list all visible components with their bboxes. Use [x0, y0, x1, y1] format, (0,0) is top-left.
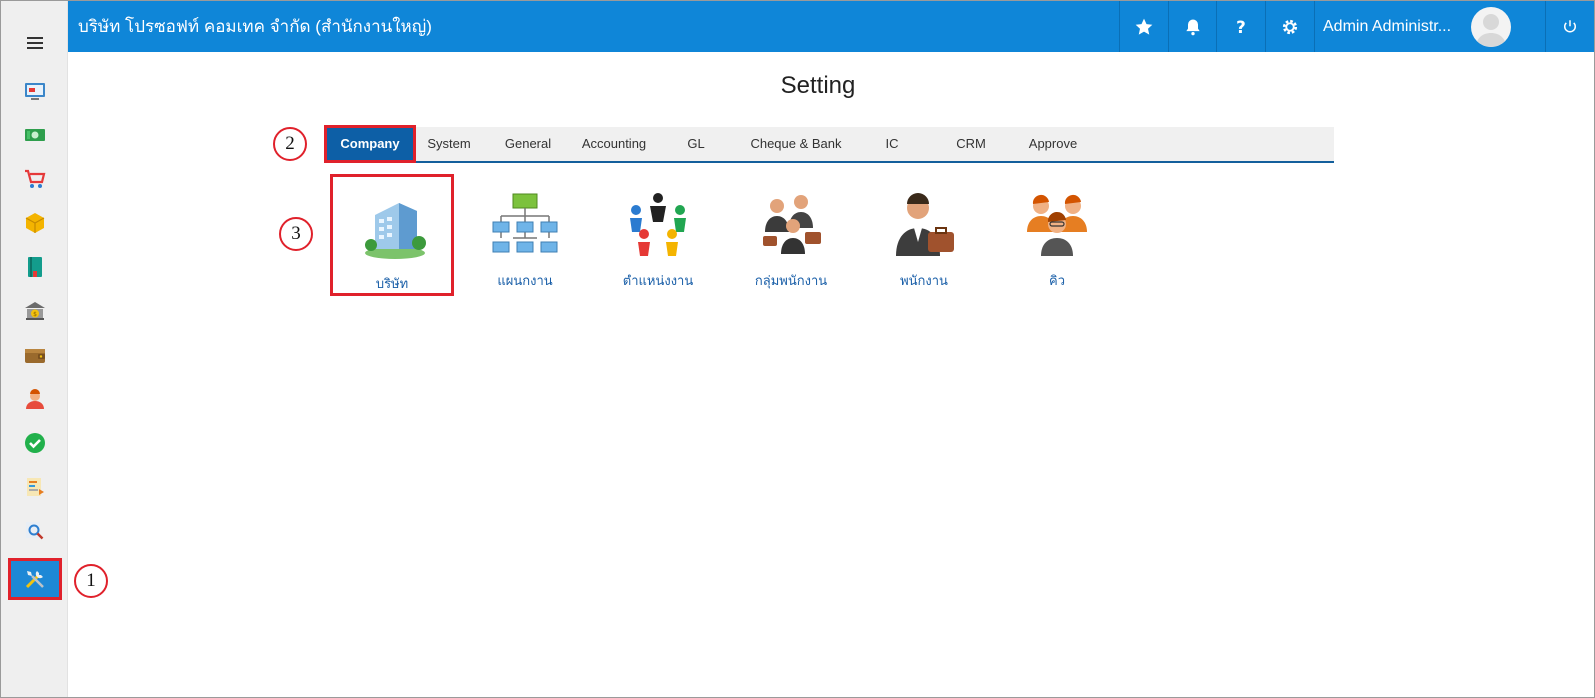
- tab-general[interactable]: General: [494, 127, 562, 161]
- sidebar: $: [1, 1, 68, 697]
- gear-icon: [1282, 19, 1297, 34]
- report-icon[interactable]: [1, 467, 68, 507]
- help-icon: ?: [1236, 17, 1246, 36]
- queue-icon: [1027, 194, 1087, 256]
- card-department[interactable]: แผนกงาน: [463, 174, 587, 296]
- step-marker-1: 1: [74, 564, 108, 598]
- company-title: บริษัท โปรซอฟท์ คอมเทค จำกัด (สำนักงานให…: [78, 17, 432, 36]
- card-label: กลุ่มพนักงาน: [754, 273, 828, 288]
- people-circle-icon: [630, 193, 686, 256]
- dashboard-icon[interactable]: [1, 71, 68, 111]
- box-icon[interactable]: [1, 203, 68, 243]
- employee-icon: [896, 193, 954, 256]
- card-position[interactable]: ตำแหน่งงาน: [596, 174, 720, 296]
- bell-icon: [1185, 19, 1200, 35]
- svg-text:$: $: [33, 311, 37, 318]
- employee-group-icon: [763, 195, 821, 254]
- tab-gl[interactable]: GL: [676, 127, 716, 161]
- user-name: Admin Administr...: [1323, 18, 1452, 35]
- card-label: ตำแหน่งงาน: [622, 273, 694, 288]
- search-icon[interactable]: [1, 511, 68, 551]
- step-marker-3: 3: [279, 217, 313, 251]
- tab-ic[interactable]: IC: [872, 127, 912, 161]
- tab-accounting[interactable]: Accounting: [572, 127, 656, 161]
- card-label: แผนกงาน: [497, 273, 553, 288]
- top-header: บริษัท โปรซอฟท์ คอมเทค จำกัด (สำนักงานให…: [68, 1, 1594, 52]
- avatar: [1471, 7, 1511, 47]
- cart-icon[interactable]: [1, 159, 68, 199]
- building-icon: [365, 203, 426, 259]
- tab-cheque-bank[interactable]: Cheque & Bank: [746, 127, 846, 161]
- bank-icon[interactable]: $: [1, 291, 68, 331]
- help-button[interactable]: ?: [1216, 1, 1264, 52]
- person-icon[interactable]: [1, 379, 68, 419]
- book-icon[interactable]: [1, 247, 68, 287]
- page-title: Setting: [780, 72, 856, 99]
- org-chart-icon: [492, 193, 558, 253]
- settings-tabs: Company System General Accounting GL Che…: [324, 125, 1334, 163]
- card-queue[interactable]: คิว: [995, 174, 1119, 296]
- tab-approve[interactable]: Approve: [1022, 127, 1084, 161]
- card-employee-group[interactable]: กลุ่มพนักงาน: [729, 174, 853, 296]
- star-icon: [1135, 18, 1152, 35]
- check-icon[interactable]: [1, 423, 68, 463]
- money-icon[interactable]: [1, 115, 68, 155]
- tab-company[interactable]: Company: [324, 125, 416, 163]
- card-label: คิว: [1049, 273, 1065, 288]
- card-employee[interactable]: พนักงาน: [862, 174, 986, 296]
- power-icon: [1564, 19, 1576, 32]
- wallet-icon[interactable]: [1, 335, 68, 375]
- favorite-button[interactable]: [1119, 1, 1167, 52]
- card-label: บริษัท: [375, 276, 409, 291]
- user-menu[interactable]: Admin Administr...: [1314, 1, 1545, 52]
- svg-text:?: ?: [1236, 17, 1246, 36]
- step-marker-2: 2: [273, 127, 307, 161]
- logout-button[interactable]: [1545, 1, 1594, 52]
- card-company[interactable]: บริษัท: [330, 174, 454, 296]
- hamburger-menu-button[interactable]: [1, 23, 68, 63]
- settings-button[interactable]: [1265, 1, 1313, 52]
- window-frame: [0, 0, 1595, 698]
- tab-system[interactable]: System: [418, 127, 480, 161]
- tools-icon[interactable]: [8, 558, 62, 600]
- card-label: พนักงาน: [900, 273, 948, 288]
- notification-button[interactable]: [1168, 1, 1216, 52]
- tab-crm[interactable]: CRM: [950, 127, 992, 161]
